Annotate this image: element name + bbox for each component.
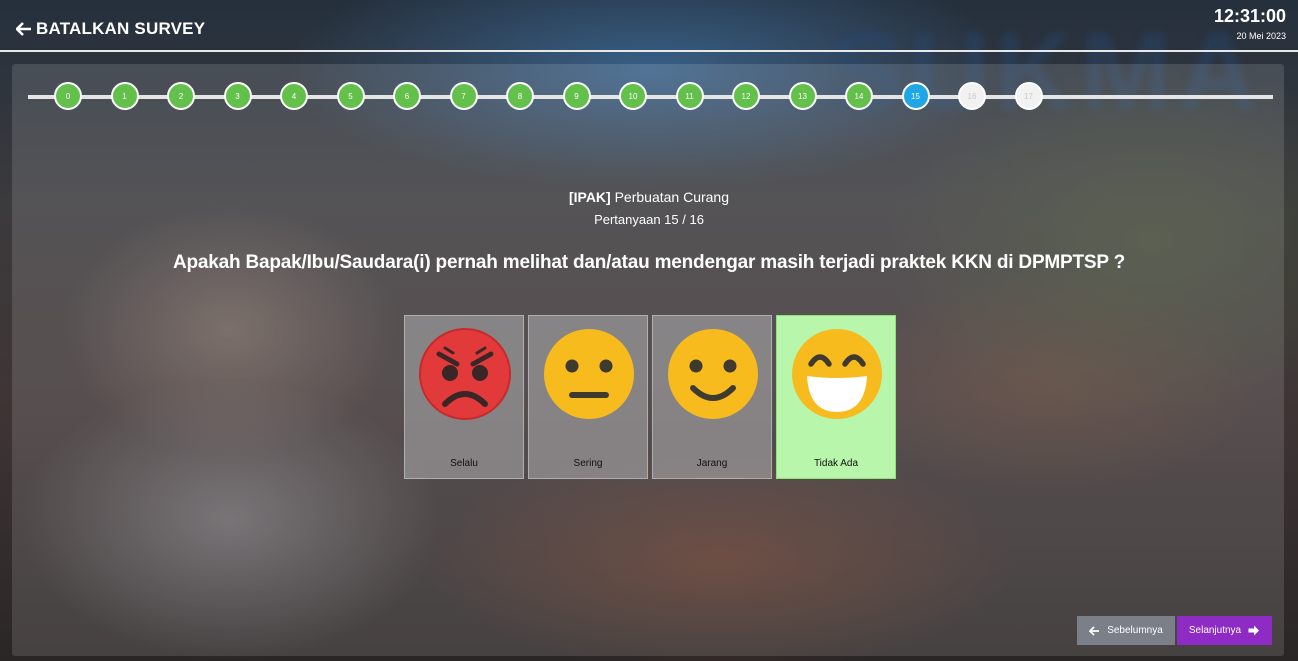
progress-step-2: 2	[167, 82, 195, 110]
progress-step-9: 9	[562, 82, 591, 110]
neutral-face-icon	[544, 329, 634, 419]
clock-time: 12:31:00	[1213, 6, 1286, 26]
option-sering[interactable]: Sering	[528, 315, 648, 479]
question-text: Apakah Bapak/Ibu/Saudara(i) pernah melih…	[172, 252, 1126, 273]
cancel-survey-button[interactable]: BATALKAN SURVEY	[16, 19, 205, 39]
option-label: Sering	[573, 458, 603, 469]
progress-step-14: 14	[845, 82, 873, 110]
progress-step-8: 8	[506, 82, 534, 110]
progress-step-11: 11	[675, 82, 704, 110]
top-bar: BATALKAN SURVEY 12:31:00 20 Mei 2023	[0, 0, 1298, 52]
progress-step-10: 10	[619, 82, 647, 110]
progress-step-15: 15	[901, 82, 930, 110]
progress-step-0: 0	[54, 82, 82, 110]
grinning-face-icon	[792, 329, 882, 419]
progress-step-12: 12	[732, 82, 760, 110]
progress-track	[28, 95, 1273, 99]
option-label: Jarang	[696, 458, 728, 469]
category-tag: [IPAK]	[568, 189, 611, 205]
clock-date: 20 Mei 2023	[1236, 31, 1286, 41]
progress-step-4: 4	[280, 82, 308, 110]
category-name: Perbuatan Curang	[614, 189, 730, 205]
option-label: Selalu	[450, 458, 478, 469]
arrow-left-icon	[1089, 625, 1100, 636]
option-selalu[interactable]: Selalu	[404, 315, 524, 479]
option-label: Tidak Ada	[813, 458, 859, 469]
question-category: [IPAK] Perbuatan Curang	[0, 189, 1298, 205]
cancel-survey-label: BATALKAN SURVEY	[36, 19, 206, 38]
progress-step-6: 6	[393, 82, 421, 110]
progress-step-3: 3	[223, 82, 252, 110]
previous-button[interactable]: Sebelumnya	[1077, 616, 1175, 645]
option-tidak-ada[interactable]: Tidak Ada	[776, 315, 896, 479]
next-button[interactable]: Selanjutnya	[1177, 616, 1272, 645]
progress-step-16: 16	[958, 82, 986, 110]
survey-panel	[12, 64, 1284, 656]
previous-label: Sebelumnya	[1107, 625, 1163, 636]
progress-step-1: 1	[110, 82, 139, 110]
option-jarang[interactable]: Jarang	[652, 315, 772, 479]
progress-step-17: 17	[1014, 82, 1043, 110]
progress-step-5: 5	[336, 82, 365, 110]
arrow-left-icon	[16, 22, 31, 36]
smiling-face-icon	[668, 329, 758, 419]
progress-step-13: 13	[788, 82, 817, 110]
angry-face-icon	[419, 328, 511, 420]
progress-step-7: 7	[449, 82, 478, 110]
next-label: Selanjutnya	[1188, 625, 1242, 636]
clock: 12:31:00 20 Mei 2023	[1214, 6, 1286, 41]
arrow-right-icon	[1248, 625, 1260, 636]
question-counter: Pertanyaan 15 / 16	[594, 212, 704, 227]
